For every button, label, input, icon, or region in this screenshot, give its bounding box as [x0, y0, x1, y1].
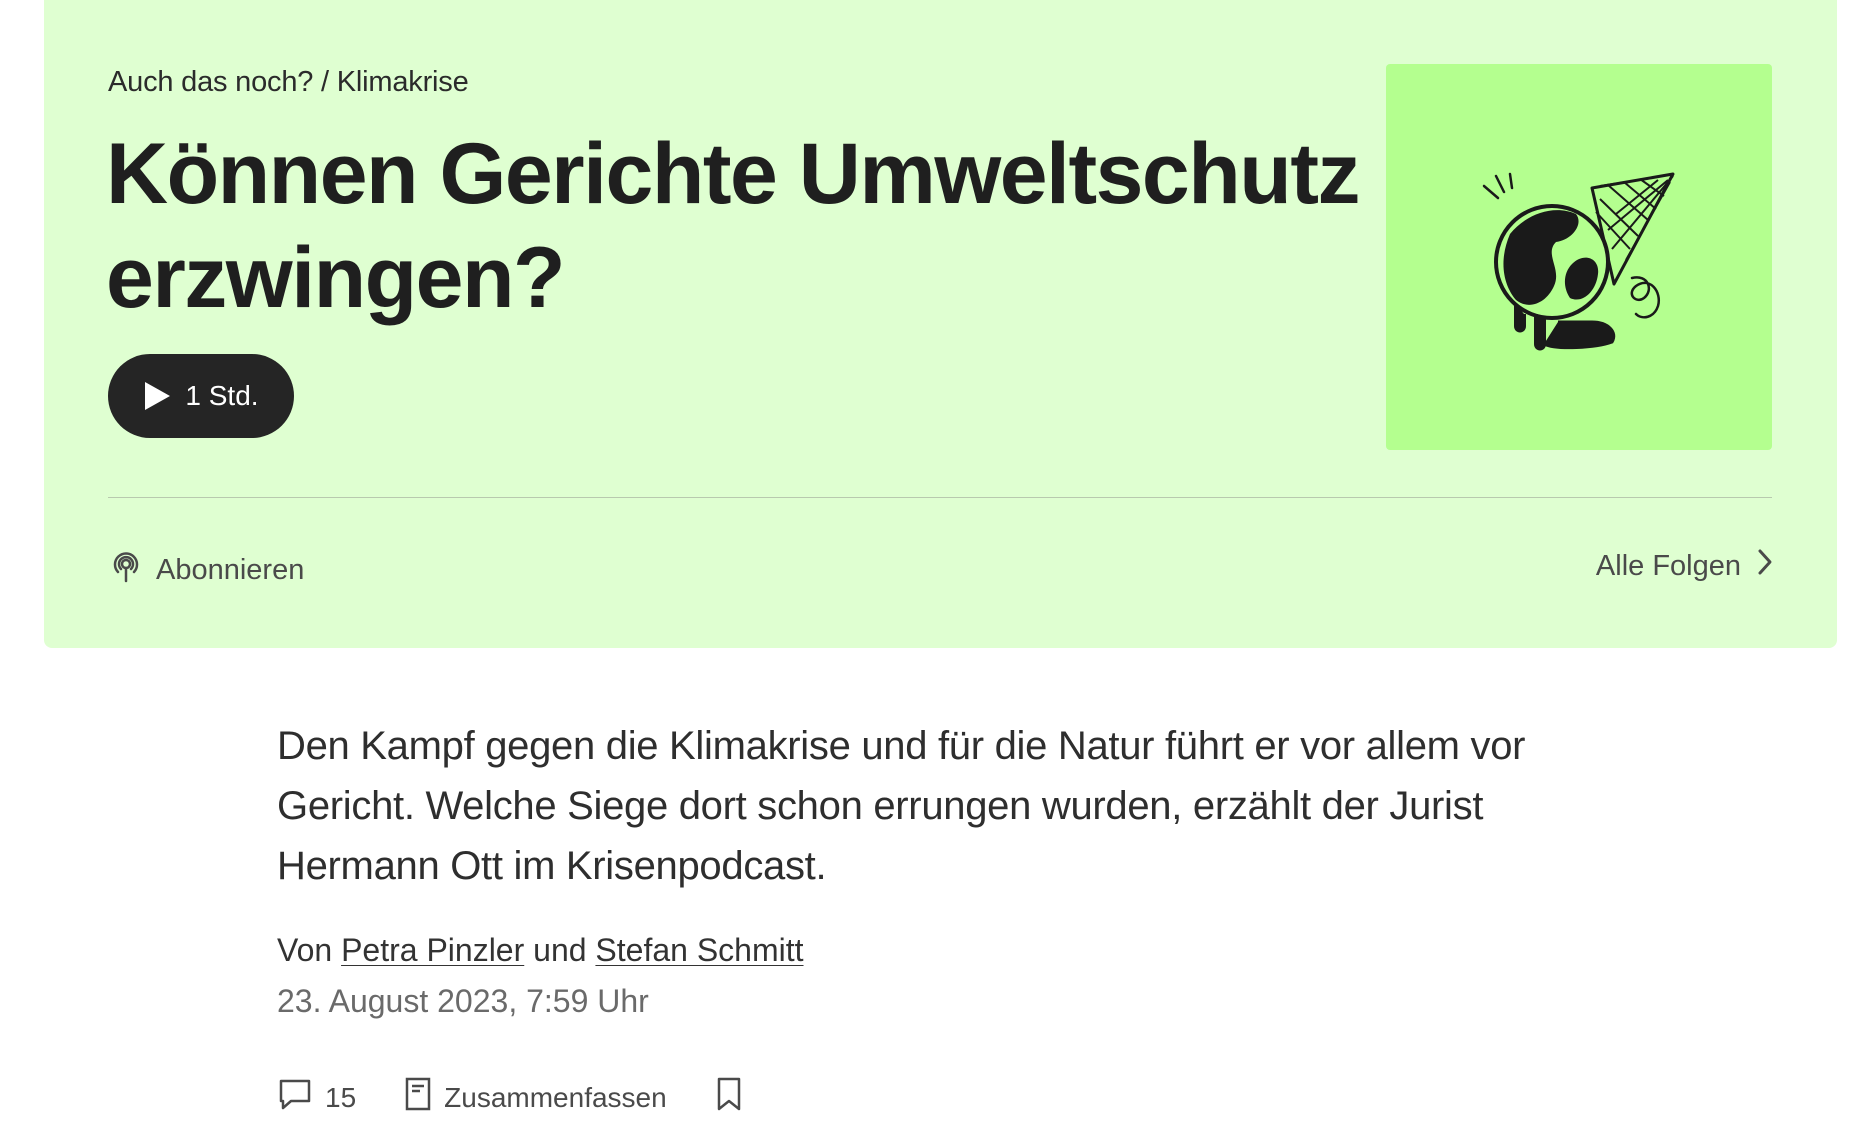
publish-date: 23. August 2023, 7:59 Uhr — [277, 983, 649, 1019]
melting-ice-cream-globe-illustration — [1482, 172, 1675, 351]
comments-count: 15 — [325, 1081, 357, 1113]
chevron-right-icon — [1757, 548, 1773, 584]
byline-prefix: Von — [277, 932, 333, 968]
summarize-button[interactable]: Zusammenfassen — [404, 1076, 667, 1119]
comments-button[interactable]: 15 — [277, 1077, 356, 1118]
article-actions: 15 Zusammenfassen — [277, 1076, 743, 1119]
play-icon — [143, 381, 171, 411]
article-header: Den Kampf gegen die Klimakrise und für d… — [277, 716, 1577, 1020]
document-icon — [404, 1076, 432, 1119]
podcast-icon — [108, 548, 144, 592]
author-link-stefan-schmitt[interactable]: Stefan Schmitt — [595, 932, 803, 968]
byline-conjunction: und — [533, 932, 587, 968]
author-link-petra-pinzler[interactable]: Petra Pinzler — [341, 932, 524, 968]
play-duration: 1 Std. — [185, 380, 259, 411]
summarize-label: Zusammenfassen — [444, 1081, 667, 1113]
subscribe-label: Abonnieren — [156, 553, 305, 586]
bookmark-button[interactable] — [715, 1076, 743, 1119]
play-button[interactable]: 1 Std. — [108, 354, 294, 438]
all-episodes-label: Alle Folgen — [1595, 549, 1741, 582]
hero-divider — [108, 497, 1772, 498]
bookmark-icon — [715, 1076, 743, 1119]
subscribe-button[interactable]: Abonnieren — [108, 548, 304, 592]
podcast-cover-art[interactable] — [1386, 64, 1772, 450]
page-title: Können Gerichte Umweltschutz erzwingen? — [106, 126, 1360, 326]
article-summary: Den Kampf gegen die Klimakrise und für d… — [277, 724, 1526, 888]
comment-icon — [277, 1077, 313, 1118]
all-episodes-link[interactable]: Alle Folgen — [1596, 548, 1773, 584]
byline: Von Petra Pinzler und Stefan Schmitt — [277, 932, 1577, 969]
breadcrumb[interactable]: Auch das noch? / Klimakrise — [108, 66, 469, 99]
podcast-hero: Auch das noch? / Klimakrise Können Geric… — [44, 0, 1837, 648]
